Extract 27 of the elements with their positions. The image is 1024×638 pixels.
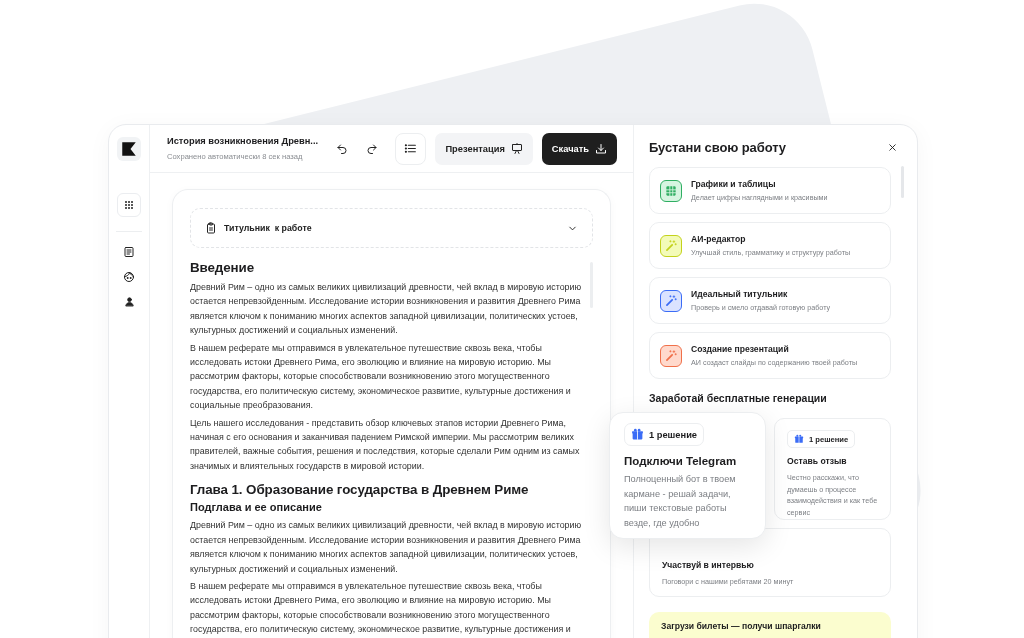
paragraph: В нашем реферате мы отправимся в увлекательное путешествие сквозь века, чтобы исследовать истоки Древнего Рима, его эволюцию и влияние на мировую историю. Мы рассмотрим факторы, которые способствовали возникновению этого могущественного государства, его политическую систему, экономическое развитие, культурные достижения и социальные преобразования. — [190, 341, 572, 413]
task-popup[interactable]: 1 решение Подключи Telegram Полноценный бот в твоем кармане - решай задачи, пиши текстовые работы везде, где удобно — [609, 412, 766, 539]
tool-title: Идеальный титульник — [691, 289, 789, 299]
tool-title: Создание презентаций — [691, 344, 790, 354]
section-heading: Введение — [190, 260, 256, 275]
task-title: Участвуй в интервью — [662, 560, 755, 570]
paragraph: Древний Рим – одно из самых великих цивилизаций древности, чей вклад в мировую историю остается непревзойденным. Исследование истории возникновения и развития Древнего Рима является ключом к пониманию многих аспектов западной цивилизации, политических устоев, культурных достижений и социальных изменений. — [190, 519, 583, 576]
task-description: Полноценный бот в твоем кармане - решай задачи, пиши текстовые работы везде, где удобно — [624, 473, 737, 530]
section-heading: Заработай бесплатные генерации — [649, 392, 828, 404]
paragraph: Цель нашего исследования - представить обзор ключевых этапов истории Древнего Рима, начиная с его основания и заканчивая падением Римской империи. Мы рассмотрим великих правителей, важные события, решения и последствия, которые сделали Рим одним из самых значимых и влиятельных государств в мировой истории. — [190, 416, 581, 473]
title-page-label: Титульник к работе — [224, 223, 313, 233]
paragraph: В нашем реферате мы отправимся в увлекательное путешествие сквозь века, чтобы исследовать истоки Древнего Рима, его эволюцию и влияние на мировую историю. Мы рассмотрим факторы, которые способствовали возникновению этого могущественного государства, его политическую систему, экономическое развитие, культурные достижения и — [190, 579, 572, 637]
title-page-section[interactable]: Титульник к работе — [190, 208, 593, 248]
presentation-button[interactable]: Презентация — [435, 132, 533, 165]
banner-text: Загрузи билеты — получи шпаргалки — [661, 621, 822, 631]
reward-badge: 1 решение — [624, 423, 705, 446]
panel-title: Бустани свою работу — [649, 139, 786, 155]
section-heading: Глава 1. Образование государства в Древнем Риме — [190, 482, 530, 498]
subsection-heading: Подглава и ее описание — [190, 501, 323, 514]
task-title: Оставь отзыв — [787, 456, 848, 466]
paragraph: Древний Рим – одно из самых великих цивилизаций древности, чей вклад в мировую историю остается непревзойденным. Исследование истории возникновения и развития Древнего Рима является ключом к пониманию многих аспектов западной цивилизации, политических устоев, культурных достижений и социальных изменений. — [190, 281, 583, 338]
document-title: История возникновения Древн... — [167, 136, 320, 146]
promo-banner[interactable]: Загрузи билеты — получи шпаргалки — [649, 612, 891, 638]
tool-title: Графики и таблицы — [691, 179, 777, 189]
task-title: Подключи Telegram — [624, 455, 738, 467]
download-button[interactable]: Скачать — [541, 132, 617, 165]
tool-title: АИ-редактор — [691, 234, 747, 244]
